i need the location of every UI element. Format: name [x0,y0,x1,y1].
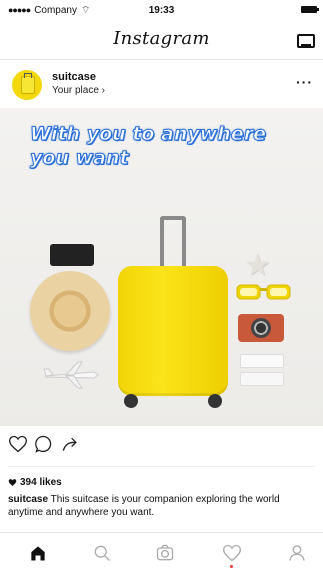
inbox-icon[interactable] [297,34,315,48]
post-image[interactable]: With you to anywhere you want ★ [0,108,323,426]
more-icon[interactable]: ··· [296,74,313,90]
post-username[interactable]: suitcase [52,71,96,83]
search-icon[interactable] [92,543,112,563]
post-actions [0,426,323,466]
image-headline: With you to anywhere you want [30,122,267,170]
heart-filled-icon [8,479,17,486]
share-icon[interactable] [60,434,80,454]
cream-tube-illustration [240,354,284,368]
suitcase-handle [160,216,186,268]
straw-hat-illustration [30,271,110,351]
suitcase-wheel-left [124,394,138,408]
suitcase-body [118,266,228,396]
camera-illustration [238,314,284,342]
likes-count[interactable]: 394 likes [8,477,62,488]
battery-icon [301,6,319,13]
starfish-illustration: ★ [244,249,271,282]
status-bar: ●●●●● Company ⌔ 19:33 [0,0,323,20]
caption-username[interactable]: suitcase [8,494,48,505]
post-header: suitcase Your place › ··· [0,62,323,108]
avatar[interactable] [12,70,42,100]
divider [8,466,315,467]
camera-icon[interactable] [155,543,175,563]
cream-tube-illustration [240,372,284,386]
likes-label: 394 likes [20,477,62,488]
image-headline-line-1: With you to anywhere [30,123,267,146]
heart-icon[interactable] [8,434,28,454]
status-time: 19:33 [148,4,175,16]
image-headline-line-2: you want [30,147,130,170]
suitcase-illustration [118,216,228,416]
top-nav: Instagram [0,20,323,60]
sunglasses-illustration [236,284,291,300]
bottom-tab-bar [0,532,323,572]
post-caption: suitcase This suitcase is your companion… [8,493,314,519]
phone-illustration [50,244,94,266]
activity-icon[interactable] [222,543,242,563]
home-icon[interactable] [28,543,48,563]
notification-dot [230,565,233,568]
caption-text: This suitcase is your companion explorin… [8,494,280,518]
post-location[interactable]: Your place › [52,85,105,96]
airplane-illustration [43,361,99,389]
comment-icon[interactable] [34,434,54,454]
suitcase-wheel-right [208,394,222,408]
profile-icon[interactable] [287,543,307,563]
app-logo: Instagram [113,28,210,49]
